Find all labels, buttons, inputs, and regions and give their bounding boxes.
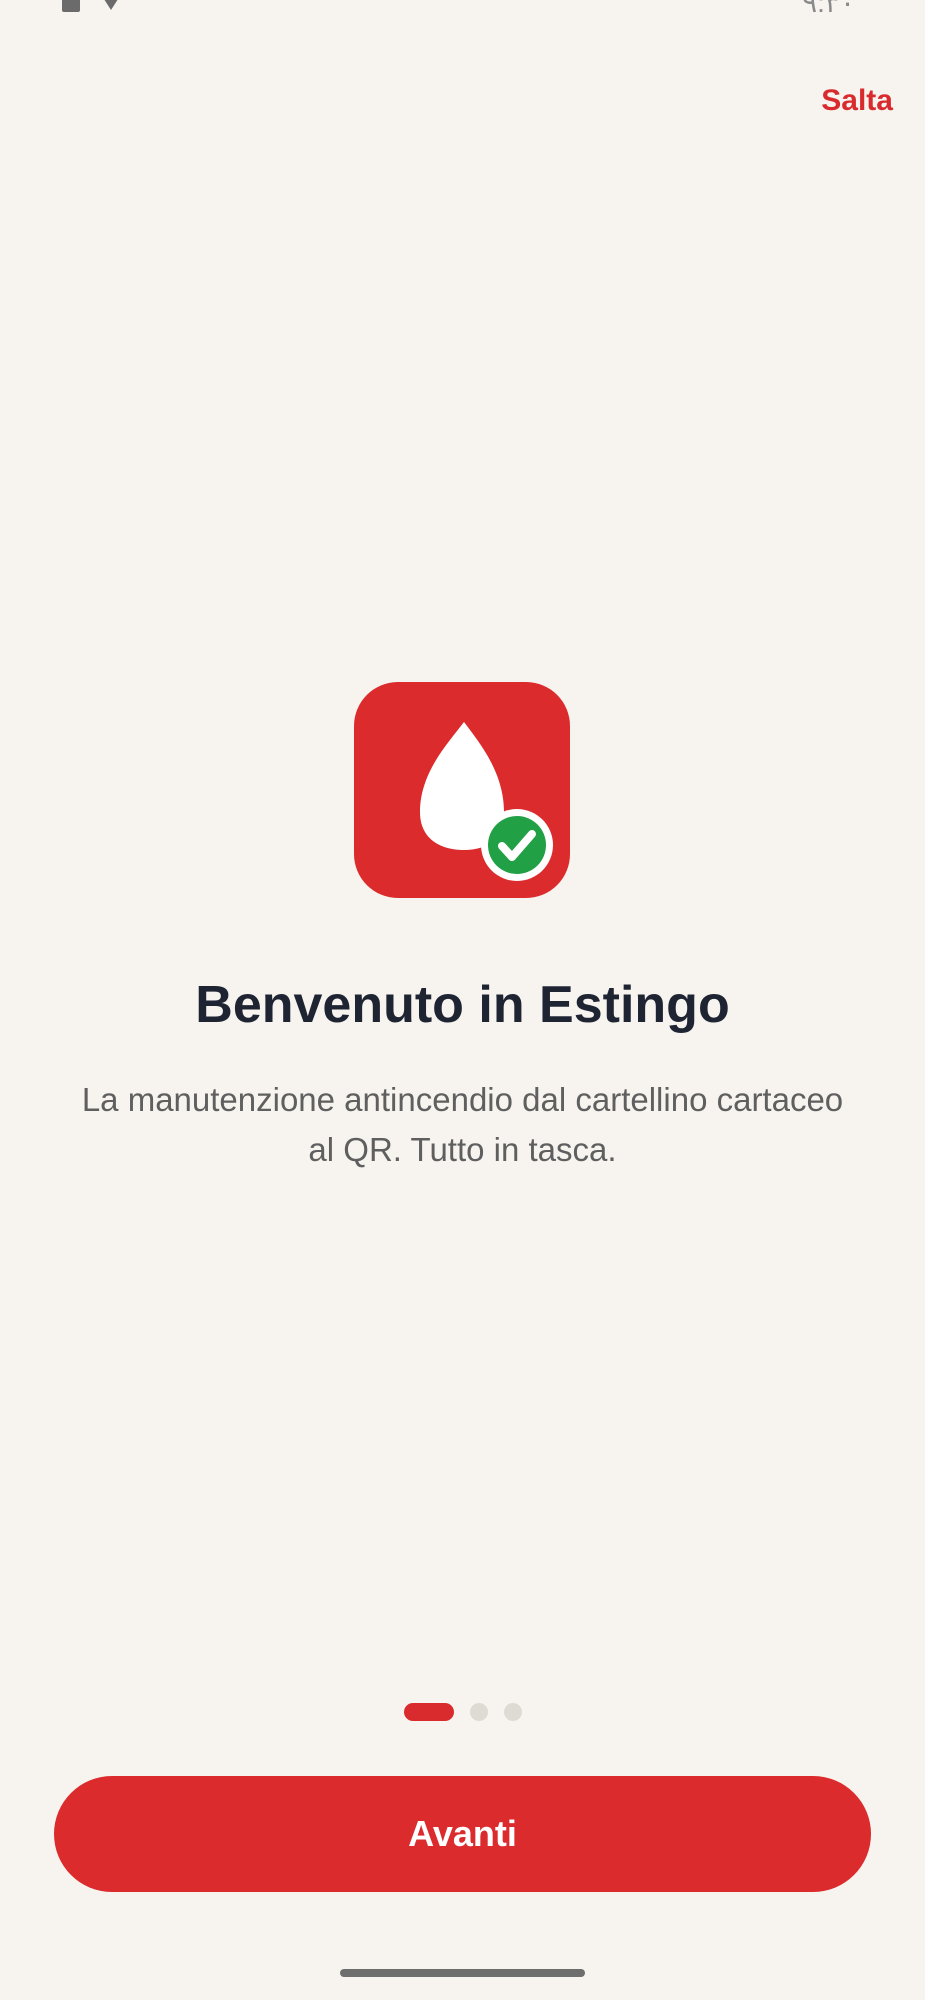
pagination-dot (469, 1703, 488, 1721)
sim-icon (62, 0, 80, 12)
skip-button[interactable]: Salta (821, 84, 893, 118)
fire-drop-check-icon (354, 682, 570, 898)
next-button[interactable]: Avanti (54, 1776, 871, 1892)
home-indicator[interactable] (340, 1969, 585, 1977)
wifi-icon (104, 0, 118, 10)
pagination-dot (503, 1703, 522, 1721)
status-icons (62, 0, 122, 12)
pagination-dot-active (403, 1703, 454, 1721)
status-time: ٩:٣٠ (802, 0, 855, 18)
pagination-dots (0, 1703, 925, 1721)
page-title: Benvenuto in Estingo (195, 976, 730, 1034)
page-subtitle: La manutenzione antincendio dal cartelli… (81, 1081, 844, 1168)
status-bar: ٩:٣٠ (0, 0, 925, 20)
